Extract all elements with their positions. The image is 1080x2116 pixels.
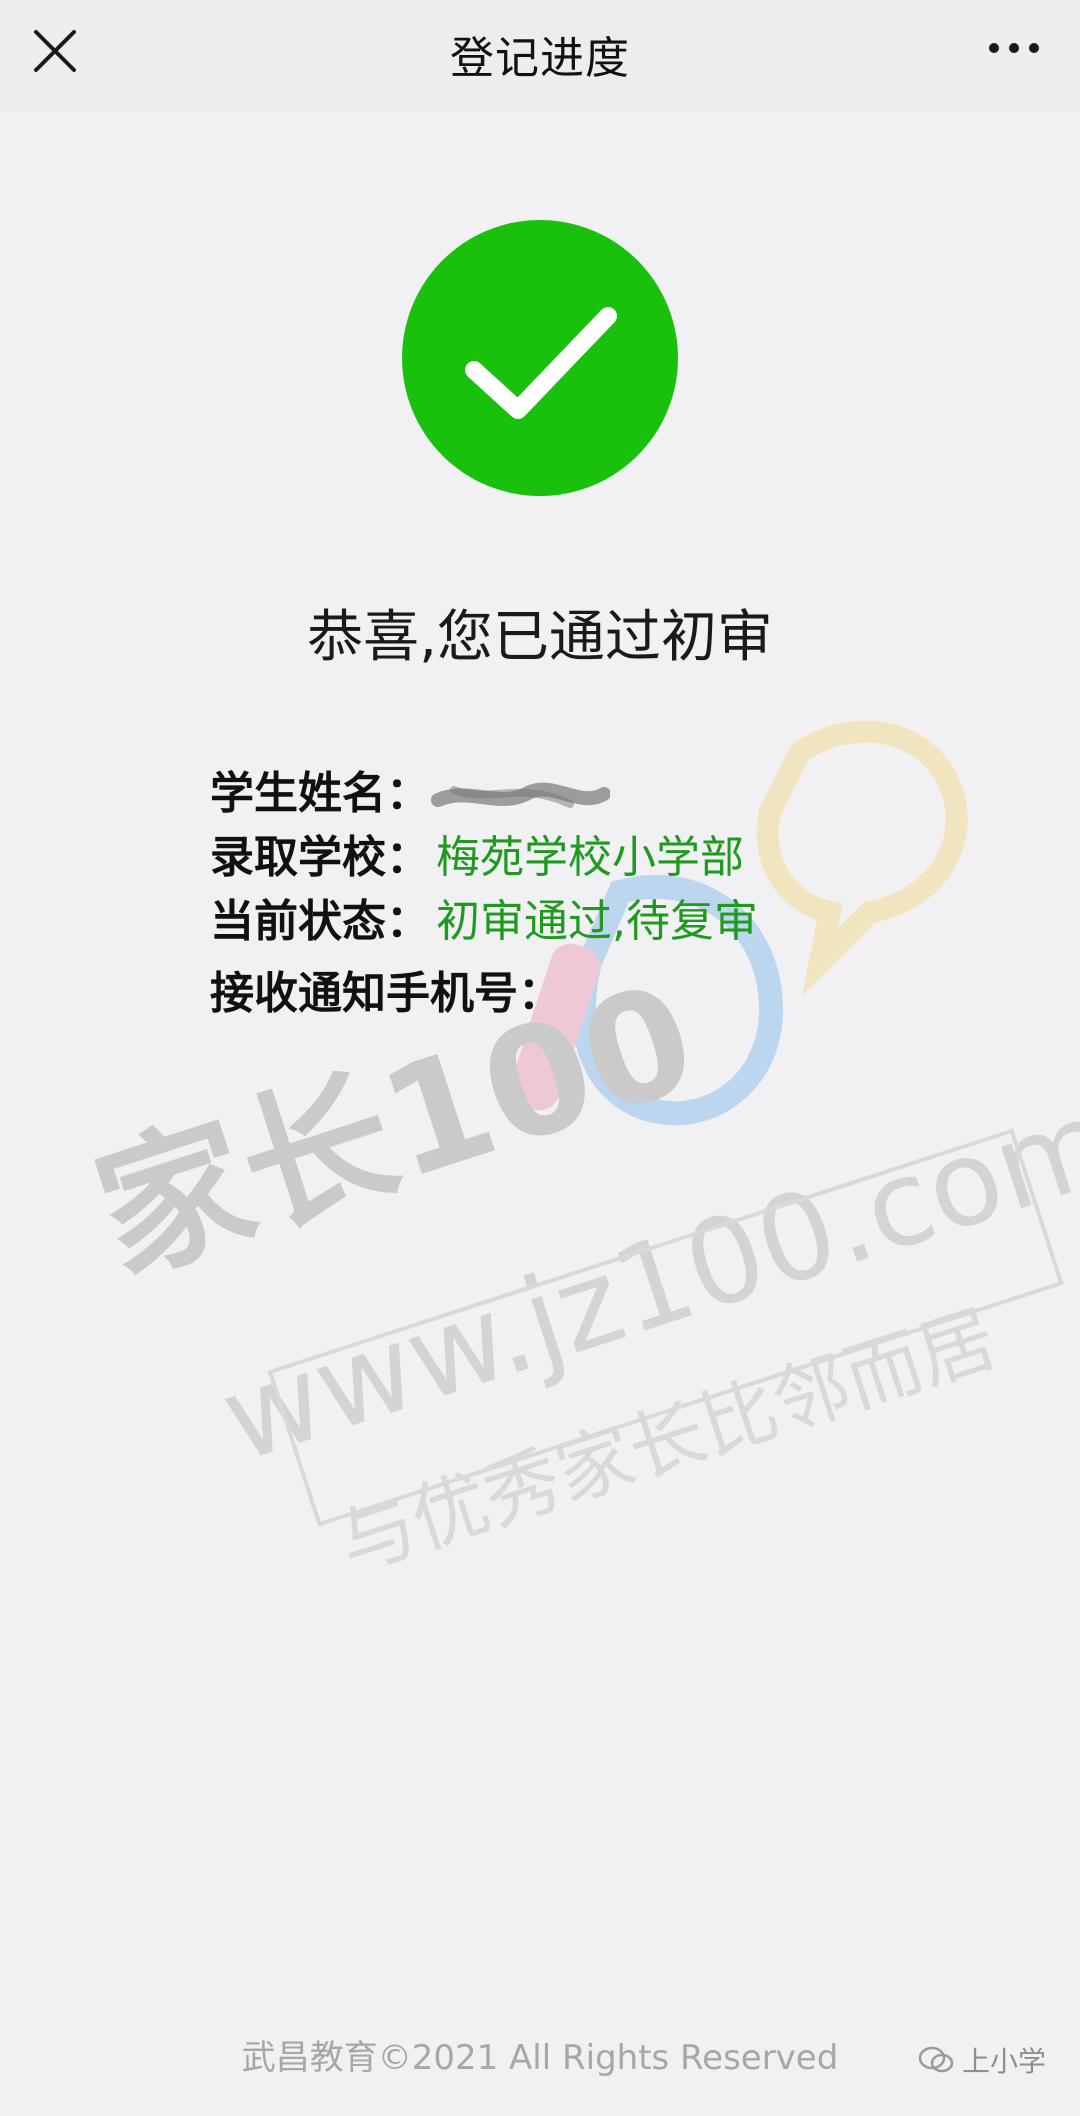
wechat-icon xyxy=(918,2046,954,2073)
student-name-label: 学生姓名： xyxy=(210,768,430,819)
school-value: 梅苑学校小学部 xyxy=(436,832,744,883)
school-label: 录取学校： xyxy=(210,832,430,883)
status-headline: 恭喜,您已通过初审 xyxy=(307,605,773,670)
redacted-name xyxy=(431,782,610,808)
watermark-text: 与优秀家长比邻而居 xyxy=(328,1293,1006,1589)
account-name: 上小学 xyxy=(961,2045,1046,2078)
status-value: 初审通过,待复审 xyxy=(436,896,758,947)
phone-row: 接收通知手机号： xyxy=(210,962,1010,1026)
student-name-row: 学生姓名： xyxy=(210,762,1010,826)
more-icon[interactable] xyxy=(984,28,1044,68)
account-watermark: 上小学 xyxy=(918,2040,1046,2080)
status-row: 当前状态： 初审通过,待复审 xyxy=(210,890,1010,954)
navbar: 登记进度 xyxy=(0,0,1080,112)
page-title: 登记进度 xyxy=(450,33,630,84)
status-label: 当前状态： xyxy=(210,896,430,947)
registration-info: 学生姓名： 录取学校： 梅苑学校小学部 当前状态： 初审通过,待复审 接收通知手机号… xyxy=(210,762,1010,1026)
page-content: 家长100 www.jz100.com 与优秀家长比邻而居 恭喜,您已通过初审 … xyxy=(0,112,1080,2116)
school-row: 录取学校： 梅苑学校小学部 xyxy=(210,826,1010,890)
check-circle-icon xyxy=(402,220,678,496)
phone-label: 接收通知手机号： xyxy=(210,968,562,1019)
watermark-text: www.jz100.com xyxy=(206,1071,1080,1488)
